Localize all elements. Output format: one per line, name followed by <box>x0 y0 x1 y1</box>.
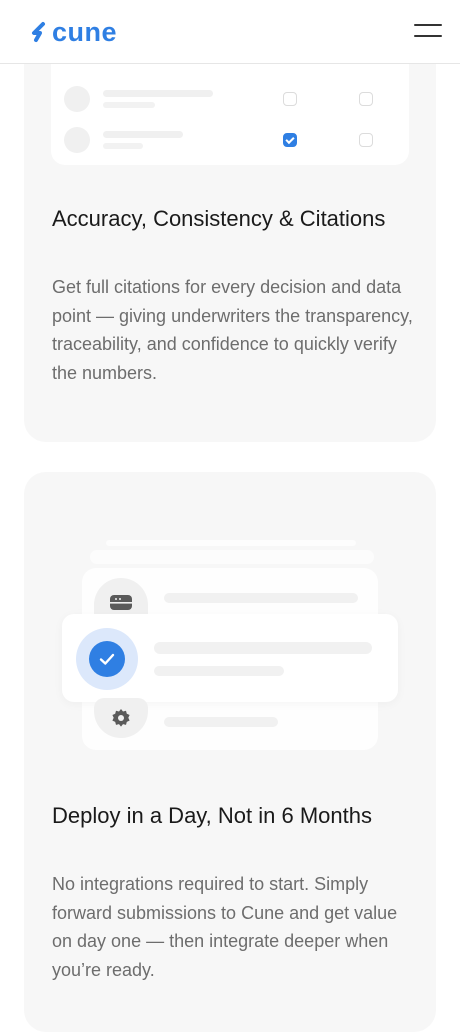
checkbox-icon <box>359 92 373 106</box>
table-row <box>51 83 409 115</box>
card-title: Accuracy, Consistency & Citations <box>52 206 386 231</box>
card-title: Deploy in a Day, Not in 6 Months <box>52 803 372 828</box>
checkmark-icon <box>76 628 138 690</box>
checkbox-icon <box>359 133 373 147</box>
placeholder-line <box>164 593 358 603</box>
logo-text: cune <box>52 17 118 47</box>
bolt-icon <box>32 22 45 42</box>
hamburger-menu-icon[interactable] <box>414 22 442 40</box>
logo[interactable]: cune <box>30 18 117 46</box>
feature-card-deploy: Deploy in a Day, Not in 6 Months No inte… <box>24 472 436 1032</box>
card-body: No integrations required to start. Simpl… <box>52 874 398 980</box>
checkbox-icon <box>283 92 297 106</box>
placeholder-line <box>164 717 278 727</box>
checkbox-icon <box>283 133 297 147</box>
feature-card-accuracy: Accuracy, Consistency & Citations Get fu… <box>24 19 436 442</box>
card-body: Get full citations for every decision an… <box>52 277 413 383</box>
site-header: cune <box>0 0 460 64</box>
table-row <box>51 124 409 156</box>
